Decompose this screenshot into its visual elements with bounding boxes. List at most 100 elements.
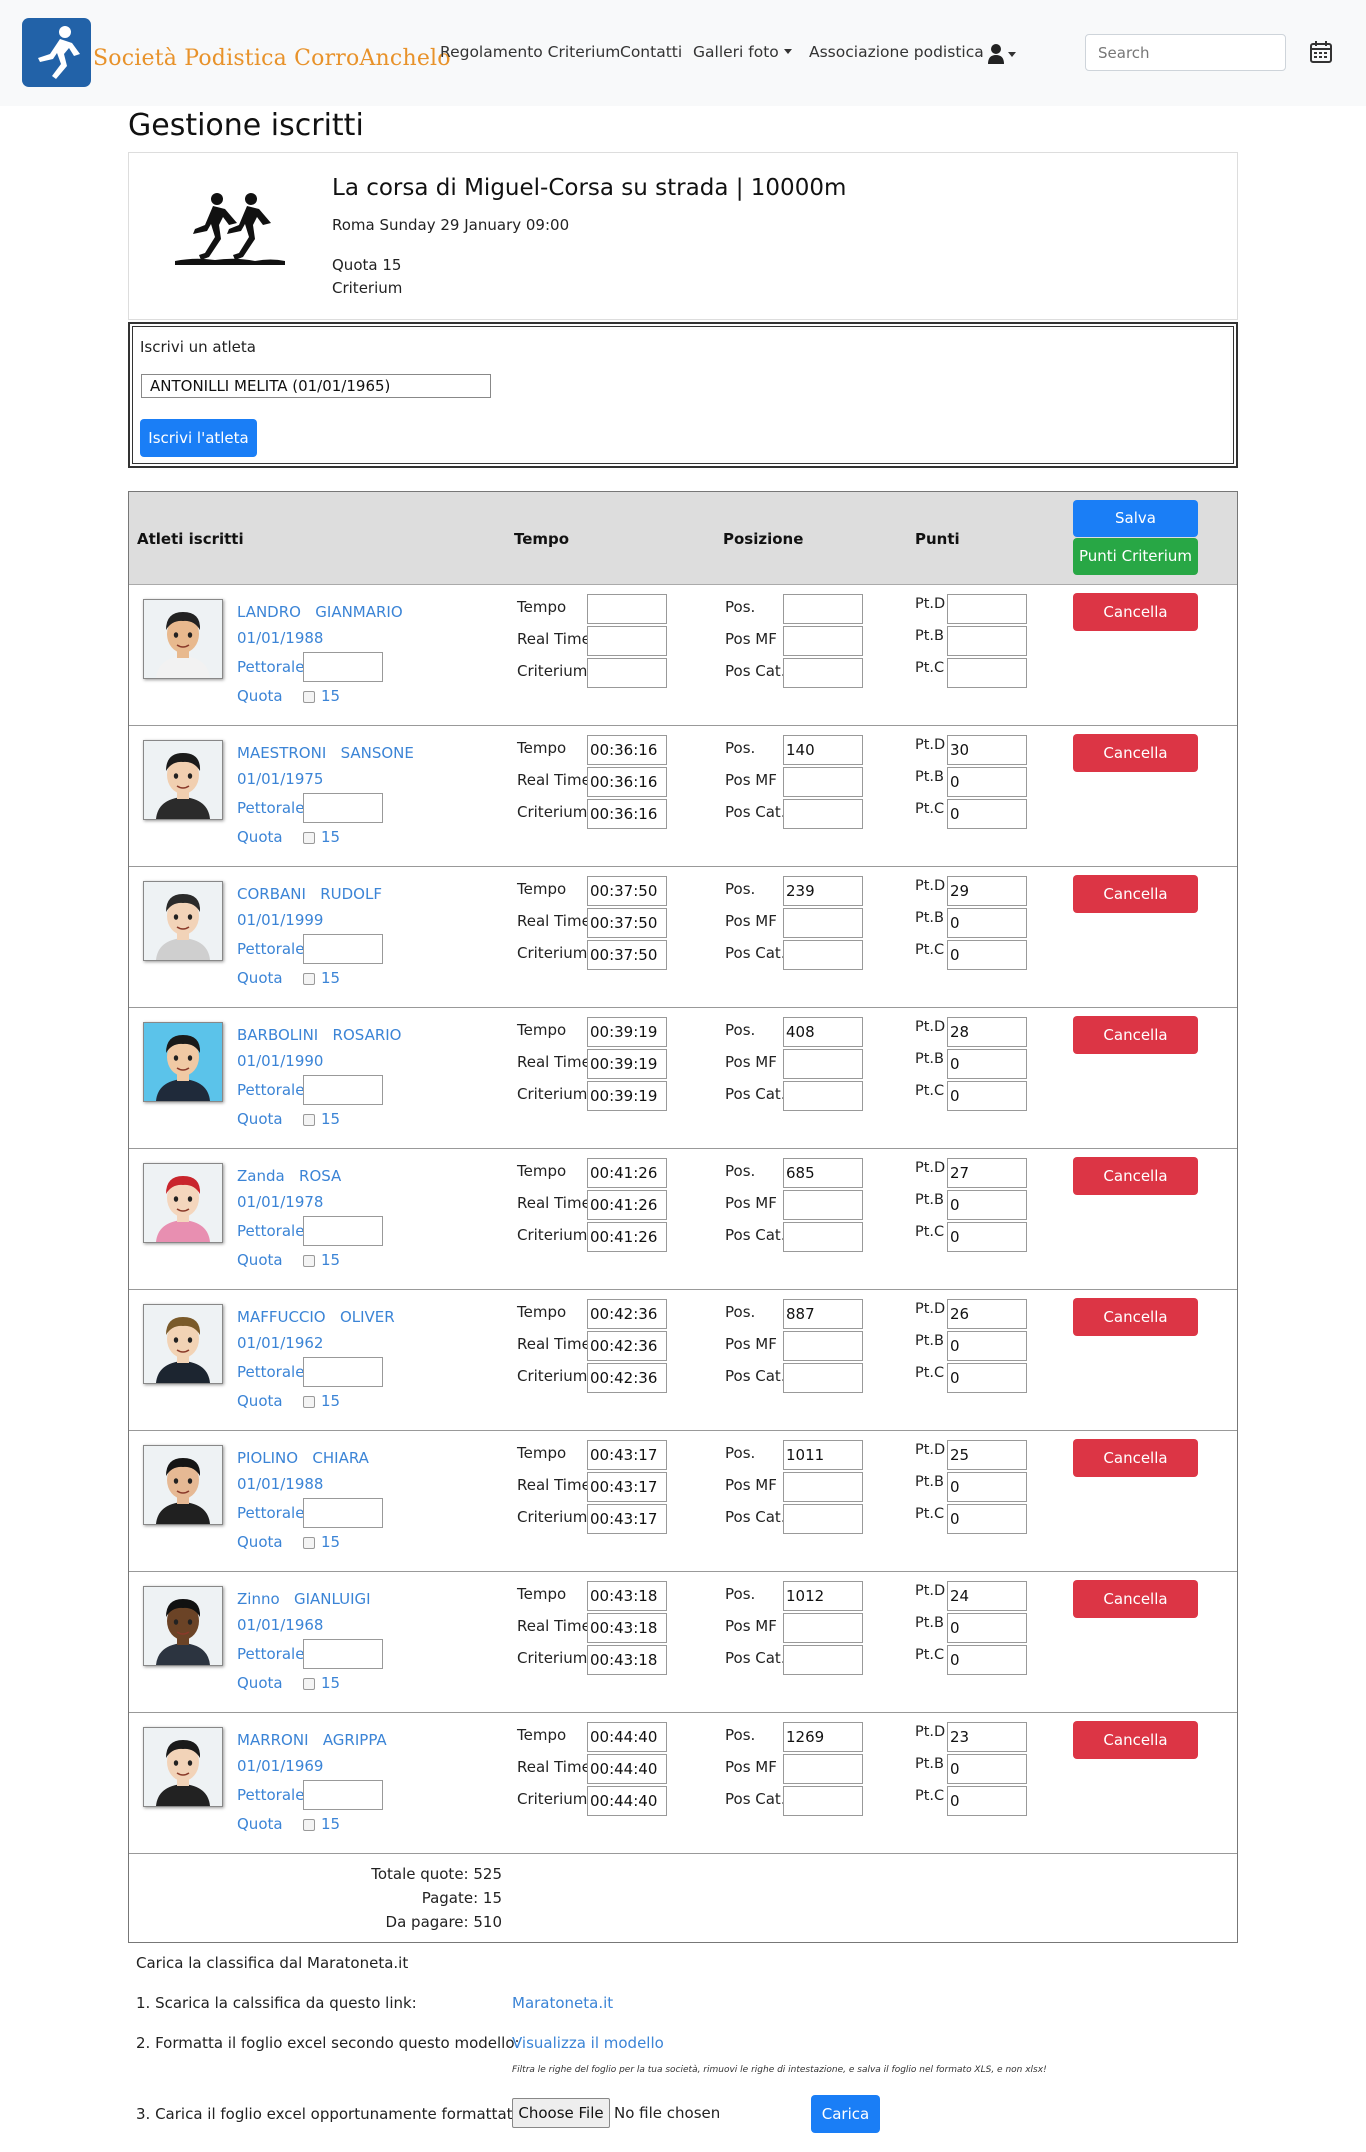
pos-cat-input[interactable] [783, 1645, 863, 1675]
calendar-icon[interactable] [1310, 40, 1332, 64]
cancel-button[interactable]: Cancella [1073, 1721, 1198, 1759]
cancel-button[interactable]: Cancella [1073, 1016, 1198, 1054]
ptd-input[interactable]: 25 [947, 1440, 1027, 1470]
quota-checkbox[interactable] [303, 973, 315, 985]
cancel-button[interactable]: Cancella [1073, 1580, 1198, 1618]
pos-mf-input[interactable] [783, 1754, 863, 1784]
real-time-input[interactable]: 00:41:26 [587, 1190, 667, 1220]
pos-input[interactable] [783, 594, 863, 624]
ptc-input[interactable]: 0 [947, 1786, 1027, 1816]
tempo-input[interactable]: 00:43:17 [587, 1440, 667, 1470]
quota-checkbox[interactable] [303, 1114, 315, 1126]
nav-gallerie[interactable]: Galleri foto [693, 43, 792, 61]
pos-input[interactable]: 1269 [783, 1722, 863, 1752]
pos-mf-input[interactable] [783, 1049, 863, 1079]
criterium-input[interactable] [587, 658, 667, 688]
athlete-select[interactable]: ANTONILLI MELITA (01/01/1965) [141, 374, 491, 398]
pettorale-input[interactable] [303, 1075, 383, 1105]
ptd-input[interactable]: 23 [947, 1722, 1027, 1752]
quota-checkbox[interactable] [303, 1678, 315, 1690]
cancel-button[interactable]: Cancella [1073, 734, 1198, 772]
real-time-input[interactable]: 00:43:18 [587, 1613, 667, 1643]
save-button[interactable]: Salva [1073, 500, 1198, 537]
ptc-input[interactable]: 0 [947, 799, 1027, 829]
criterium-input[interactable]: 00:36:16 [587, 799, 667, 829]
pos-mf-input[interactable] [783, 1613, 863, 1643]
athlete-name-link[interactable]: CORBANI RUDOLF [237, 885, 382, 903]
pettorale-input[interactable] [303, 1780, 383, 1810]
athlete-name-link[interactable]: MAFFUCCIO OLIVER [237, 1308, 395, 1326]
quota-checkbox[interactable] [303, 832, 315, 844]
athlete-name-link[interactable]: Zanda ROSA [237, 1167, 341, 1185]
athlete-name-link[interactable]: Zinno GIANLUIGI [237, 1590, 371, 1608]
pettorale-input[interactable] [303, 652, 383, 682]
search-input[interactable] [1085, 34, 1286, 71]
ptd-input[interactable] [947, 594, 1027, 624]
quota-checkbox[interactable] [303, 1819, 315, 1831]
pos-input[interactable]: 887 [783, 1299, 863, 1329]
criterium-input[interactable]: 00:43:17 [587, 1504, 667, 1534]
tempo-input[interactable]: 00:39:19 [587, 1017, 667, 1047]
pos-mf-input[interactable] [783, 1190, 863, 1220]
criterium-points-button[interactable]: Punti Criterium [1073, 538, 1198, 575]
quota-checkbox[interactable] [303, 1255, 315, 1267]
quota-checkbox[interactable] [303, 691, 315, 703]
ptb-input[interactable]: 0 [947, 1472, 1027, 1502]
maratoneta-link[interactable]: Maratoneta.it [512, 1994, 613, 2012]
pos-cat-input[interactable] [783, 1786, 863, 1816]
pettorale-input[interactable] [303, 1639, 383, 1669]
runner-logo-icon[interactable] [22, 18, 91, 87]
pos-cat-input[interactable] [783, 799, 863, 829]
ptd-input[interactable]: 30 [947, 735, 1027, 765]
pos-mf-input[interactable] [783, 1331, 863, 1361]
pos-mf-input[interactable] [783, 767, 863, 797]
ptc-input[interactable]: 0 [947, 1504, 1027, 1534]
ptc-input[interactable]: 0 [947, 1363, 1027, 1393]
pos-mf-input[interactable] [783, 908, 863, 938]
tempo-input[interactable] [587, 594, 667, 624]
pos-cat-input[interactable] [783, 658, 863, 688]
ptb-input[interactable]: 0 [947, 1331, 1027, 1361]
cancel-button[interactable]: Cancella [1073, 1439, 1198, 1477]
real-time-input[interactable]: 00:44:40 [587, 1754, 667, 1784]
tempo-input[interactable]: 00:41:26 [587, 1158, 667, 1188]
tempo-input[interactable]: 00:43:18 [587, 1581, 667, 1611]
quota-checkbox[interactable] [303, 1396, 315, 1408]
nav-associazione[interactable]: Associazione podistica [809, 43, 984, 61]
pos-cat-input[interactable] [783, 940, 863, 970]
real-time-input[interactable] [587, 626, 667, 656]
pos-input[interactable]: 140 [783, 735, 863, 765]
quota-checkbox[interactable] [303, 1537, 315, 1549]
criterium-input[interactable]: 00:37:50 [587, 940, 667, 970]
nav-contatti[interactable]: Contatti [620, 43, 682, 61]
real-time-input[interactable]: 00:43:17 [587, 1472, 667, 1502]
cancel-button[interactable]: Cancella [1073, 593, 1198, 631]
ptc-input[interactable]: 0 [947, 1645, 1027, 1675]
real-time-input[interactable]: 00:42:36 [587, 1331, 667, 1361]
ptd-input[interactable]: 26 [947, 1299, 1027, 1329]
enroll-button[interactable]: Iscrivi l'atleta [140, 419, 257, 457]
pos-cat-input[interactable] [783, 1504, 863, 1534]
pettorale-input[interactable] [303, 1498, 383, 1528]
pos-mf-input[interactable] [783, 1472, 863, 1502]
ptb-input[interactable] [947, 626, 1027, 656]
cancel-button[interactable]: Cancella [1073, 1157, 1198, 1195]
nav-regolamento[interactable]: Regolamento Criterium [440, 43, 620, 61]
real-time-input[interactable]: 00:39:19 [587, 1049, 667, 1079]
tempo-input[interactable]: 00:37:50 [587, 876, 667, 906]
pettorale-input[interactable] [303, 1357, 383, 1387]
real-time-input[interactable]: 00:37:50 [587, 908, 667, 938]
pos-input[interactable]: 1012 [783, 1581, 863, 1611]
pos-input[interactable]: 685 [783, 1158, 863, 1188]
pos-input[interactable]: 239 [783, 876, 863, 906]
choose-file-button[interactable]: Choose File [512, 2098, 610, 2128]
tempo-input[interactable]: 00:44:40 [587, 1722, 667, 1752]
criterium-input[interactable]: 00:41:26 [587, 1222, 667, 1252]
criterium-input[interactable]: 00:44:40 [587, 1786, 667, 1816]
cancel-button[interactable]: Cancella [1073, 1298, 1198, 1336]
athlete-name-link[interactable]: BARBOLINI ROSARIO [237, 1026, 402, 1044]
athlete-name-link[interactable]: LANDRO GIANMARIO [237, 603, 403, 621]
ptb-input[interactable]: 0 [947, 767, 1027, 797]
pos-cat-input[interactable] [783, 1363, 863, 1393]
criterium-input[interactable]: 00:43:18 [587, 1645, 667, 1675]
